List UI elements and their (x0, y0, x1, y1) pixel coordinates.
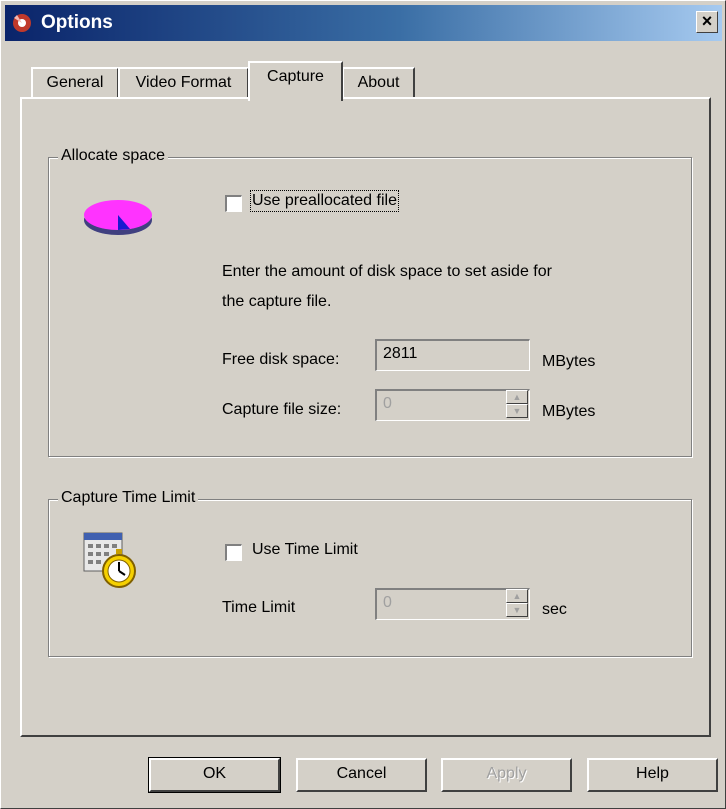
use-preallocated-label[interactable]: Use preallocated file (250, 190, 399, 212)
tab-capture[interactable]: Capture (248, 61, 343, 101)
capture-tab-panel: Allocate space Use preallocated file Ent… (20, 97, 711, 737)
title-bar[interactable]: Options × (5, 5, 722, 41)
capture-file-size-spinner[interactable]: ▲ ▼ (506, 390, 528, 420)
disk-pie-icon (84, 200, 152, 235)
capture-file-size-unit: MBytes (542, 403, 596, 420)
free-disk-space-unit: MBytes (542, 353, 596, 370)
capture-time-limit-group (48, 499, 692, 657)
spin-up-arrow-icon[interactable]: ▲ (506, 390, 528, 404)
time-limit-label: Time Limit (222, 599, 296, 616)
window-title: Options (41, 12, 113, 33)
options-dialog: Options × General Video Format Capture A… (0, 0, 726, 809)
tab-video-format[interactable]: Video Format (118, 67, 249, 99)
ok-button[interactable]: OK (148, 757, 281, 793)
use-time-limit-checkbox[interactable] (225, 544, 242, 561)
allocate-space-group-label: Allocate space (58, 147, 169, 165)
apply-button[interactable]: Apply (441, 758, 572, 792)
cancel-button[interactable]: Cancel (296, 758, 427, 792)
close-button[interactable]: × (696, 11, 718, 33)
app-icon (13, 14, 31, 32)
free-disk-space-label: Free disk space: (222, 351, 340, 368)
spin-up-arrow-icon[interactable]: ▲ (506, 589, 528, 603)
time-limit-unit: sec (542, 601, 567, 618)
free-disk-space-field: 2811 (375, 339, 530, 371)
use-time-limit-label[interactable]: Use Time Limit (252, 541, 358, 559)
capture-time-limit-group-label: Capture Time Limit (58, 489, 199, 507)
description-line-2: the capture file. (222, 293, 332, 310)
capture-file-size-label: Capture file size: (222, 401, 342, 418)
calendar-stopwatch-icon (83, 532, 136, 588)
tab-about[interactable]: About (342, 67, 415, 99)
time-limit-spinner[interactable]: ▲ ▼ (506, 589, 528, 619)
spin-down-arrow-icon[interactable]: ▼ (506, 603, 528, 617)
description-line-1: Enter the amount of disk space to set as… (222, 263, 552, 280)
tab-general[interactable]: General (31, 67, 119, 99)
help-button[interactable]: Help (587, 758, 718, 792)
spin-down-arrow-icon[interactable]: ▼ (506, 404, 528, 418)
use-preallocated-checkbox[interactable] (225, 195, 242, 212)
